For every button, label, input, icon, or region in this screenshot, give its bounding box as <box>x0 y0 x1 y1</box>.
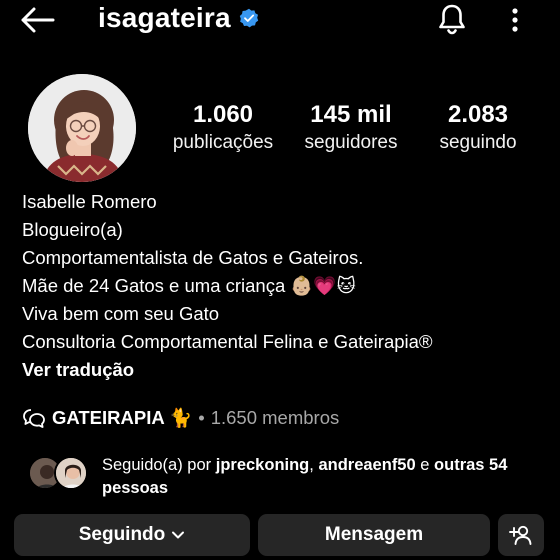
community-separator: • <box>198 407 205 428</box>
following-button-label: Seguindo <box>78 524 166 545</box>
community-name: GATEIRAPIA 🐈 <box>52 407 193 428</box>
bio-line: Viva bem com seu Gato <box>22 303 220 324</box>
followed-conjunction: e <box>420 456 430 474</box>
username-header: isagateira <box>98 2 259 34</box>
posts-label: publicações <box>172 132 274 153</box>
message-button[interactable]: Mensagem <box>258 514 490 556</box>
followed-by-prefix: Seguido(a) por <box>102 456 212 474</box>
chevron-down-icon <box>172 531 185 539</box>
followers-count: 145 mil <box>310 101 392 128</box>
verified-badge-icon <box>239 8 258 28</box>
message-button-label: Mensagem <box>324 524 424 545</box>
bio-line: Comportamentalista de Gatos e Gateiros. <box>22 247 364 268</box>
top-bar: isagateira <box>0 0 560 40</box>
community-link[interactable]: GATEIRAPIA 🐈 • 1.650 membros <box>22 404 339 432</box>
more-vertical-icon[interactable] <box>505 6 525 34</box>
profile-bio: Isabelle Romero Blogueiro(a) Comportamen… <box>22 188 542 384</box>
suggested-users-button[interactable] <box>498 514 544 556</box>
full-name: Isabelle Romero <box>22 191 157 212</box>
following-label: seguindo <box>439 132 517 153</box>
category-label: Blogueiro(a) <box>22 219 123 240</box>
followers-label: seguidores <box>304 132 398 153</box>
bio-line: Mãe de 24 Gatos e uma criança 👶🏼💗🐱 <box>22 275 356 296</box>
followed-by[interactable]: Seguido(a) por jpreckoning, andreaenf50 … <box>28 454 548 500</box>
stat-posts[interactable]: 1.060 publicações <box>166 100 280 156</box>
back-arrow-icon[interactable] <box>20 6 56 34</box>
posts-count: 1.060 <box>192 101 254 128</box>
follower-username: jpreckoning <box>215 456 310 474</box>
username: isagateira <box>98 2 231 33</box>
profile-photo <box>28 74 136 182</box>
profile-avatar[interactable] <box>28 74 136 182</box>
following-count: 2.083 <box>447 101 509 128</box>
bio-line: Consultoria Comportamental Felina e Gate… <box>22 331 433 352</box>
follower-username: andreaenf50 <box>318 456 416 474</box>
stat-following[interactable]: 2.083 seguindo <box>430 100 526 156</box>
bell-icon[interactable] <box>435 2 469 36</box>
community-members: 1.650 membros <box>210 407 340 428</box>
add-person-icon <box>509 525 532 545</box>
follower-avatar <box>54 456 88 490</box>
followed-by-text: Seguido(a) por jpreckoning, andreaenf50 … <box>102 454 548 500</box>
see-translation-link[interactable]: Ver tradução <box>22 356 542 384</box>
followed-comma: , <box>309 456 314 474</box>
community-chat-icon <box>23 409 45 428</box>
following-button[interactable]: Seguindo <box>14 514 250 556</box>
stat-followers[interactable]: 145 mil seguidores <box>296 100 406 156</box>
